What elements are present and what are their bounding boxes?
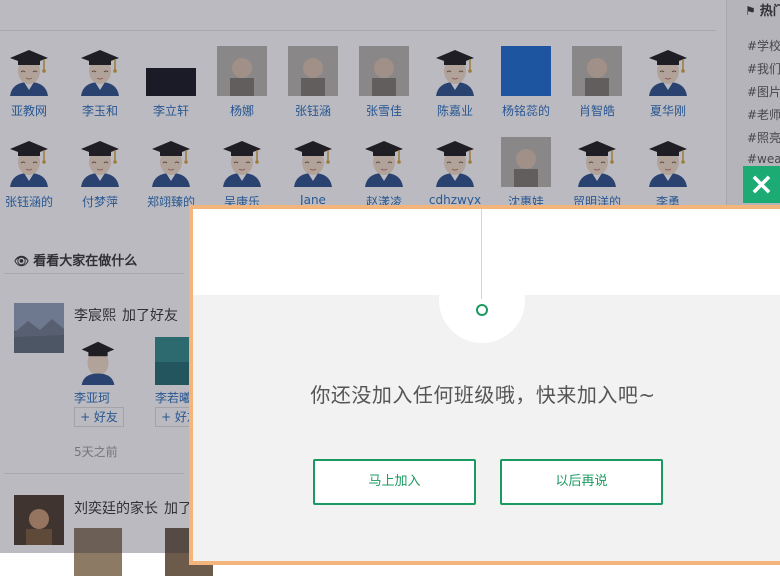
close-icon[interactable]: × — [743, 166, 780, 203]
modal-header — [193, 209, 780, 295]
join-class-modal: 你还没加入任何班级哦，快来加入吧~ 马上加入 以后再说 — [189, 205, 780, 565]
later-button[interactable]: 以后再说 — [500, 459, 663, 505]
modal-message: 你还没加入任何班级哦，快来加入吧~ — [310, 383, 656, 407]
ring-icon — [476, 304, 488, 316]
modal-hanging-line — [481, 209, 482, 299]
page: 亚教网 李玉和 李立轩 杨娜 张钰涵 张雪佳 陈嘉业 杨铭蕊的 肖智皓 夏华刚 张钰涵的 付梦萍 郑翊… — [0, 0, 780, 576]
join-now-button[interactable]: 马上加入 — [313, 459, 476, 505]
